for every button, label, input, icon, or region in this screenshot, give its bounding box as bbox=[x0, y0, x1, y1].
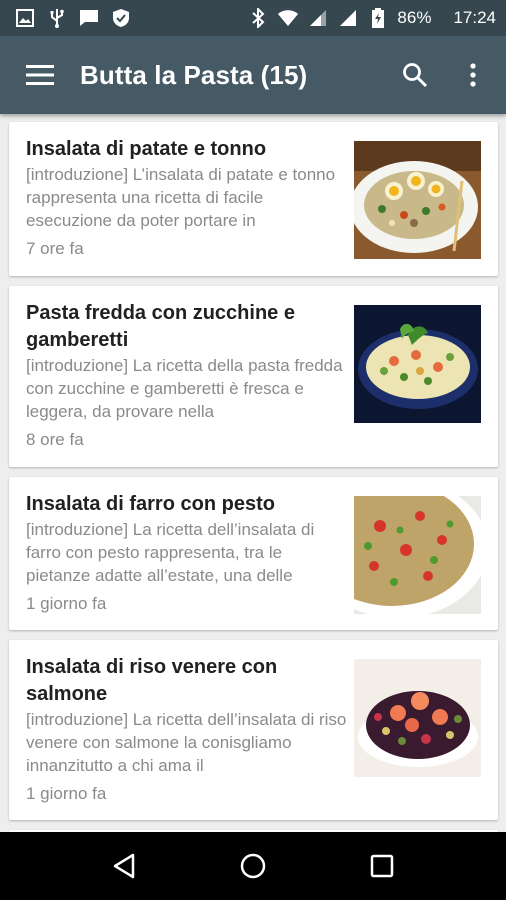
status-bar: 86% 17:24 bbox=[0, 0, 506, 36]
article-card[interactable]: Pasta fredda con zucchine e gamberetti [… bbox=[9, 286, 498, 467]
article-time: 1 giorno fa bbox=[26, 784, 107, 803]
article-text: Insalata di patate e tonno [introduzione… bbox=[26, 136, 348, 260]
battery-icon bbox=[367, 7, 389, 29]
notification-icons bbox=[14, 7, 132, 29]
app-toolbar: Butta la Pasta (15) bbox=[0, 36, 506, 114]
shield-icon bbox=[110, 7, 132, 29]
article-thumbnail bbox=[354, 659, 481, 777]
signal-icon bbox=[307, 7, 329, 29]
clock: 17:24 bbox=[453, 8, 496, 27]
article-text: Insalata di farro con pesto [introduzion… bbox=[26, 491, 348, 615]
bluetooth-icon bbox=[247, 7, 269, 29]
article-thumbnail bbox=[354, 496, 481, 614]
article-intro: [introduzione] La ricetta dell’insalata … bbox=[26, 520, 315, 585]
article-title: Pasta fredda con zucchine e gamberetti bbox=[26, 302, 295, 351]
message-icon bbox=[78, 7, 100, 29]
wifi-icon bbox=[277, 7, 299, 29]
recents-button[interactable] bbox=[352, 836, 412, 896]
article-thumbnail bbox=[354, 305, 481, 423]
article-title: Insalata di riso venere con salmone bbox=[26, 656, 278, 705]
home-button[interactable] bbox=[223, 836, 283, 896]
article-card[interactable]: Insalata di patate e tonno [introduzione… bbox=[9, 122, 498, 276]
page-title: Butta la Pasta (15) bbox=[80, 59, 308, 90]
article-list[interactable]: Insalata di patate e tonno [introduzione… bbox=[0, 114, 506, 832]
article-card[interactable]: Insalata di riso venere con salmone [int… bbox=[9, 640, 498, 820]
article-time: 1 giorno fa bbox=[26, 594, 107, 613]
back-icon bbox=[114, 853, 135, 879]
article-intro: [introduzione] La ricetta della pasta fr… bbox=[26, 356, 343, 421]
menu-button[interactable] bbox=[0, 36, 80, 114]
article-title: Insalata di patate e tonno bbox=[26, 138, 267, 160]
home-icon bbox=[240, 853, 266, 879]
search-icon bbox=[403, 63, 428, 88]
article-thumbnail bbox=[354, 141, 481, 259]
article-intro: [introduzione] L’insalata di patate e to… bbox=[26, 165, 336, 230]
article-title: Insalata di farro con pesto bbox=[26, 493, 275, 515]
navigation-bar bbox=[0, 832, 506, 900]
article-intro: [introduzione] La ricetta dell’insalata … bbox=[26, 710, 347, 775]
recents-icon bbox=[370, 854, 393, 878]
menu-icon bbox=[26, 65, 54, 85]
article-time: 7 ore fa bbox=[26, 239, 84, 258]
usb-icon bbox=[46, 7, 68, 29]
overflow-menu-button[interactable] bbox=[444, 36, 502, 114]
image-icon bbox=[14, 7, 36, 29]
search-button[interactable] bbox=[386, 36, 444, 114]
article-time: 8 ore fa bbox=[26, 430, 84, 449]
system-indicators: 86% 17:24 bbox=[247, 7, 496, 29]
more-vert-icon bbox=[470, 63, 476, 87]
back-button[interactable] bbox=[94, 836, 154, 896]
battery-percent: 86% bbox=[397, 8, 432, 27]
article-text: Pasta fredda con zucchine e gamberetti [… bbox=[26, 300, 348, 451]
article-card[interactable]: Insalata di farro con pesto [introduzion… bbox=[9, 477, 498, 630]
article-text: Insalata di riso venere con salmone [int… bbox=[26, 654, 348, 805]
signal-icon bbox=[337, 7, 359, 29]
